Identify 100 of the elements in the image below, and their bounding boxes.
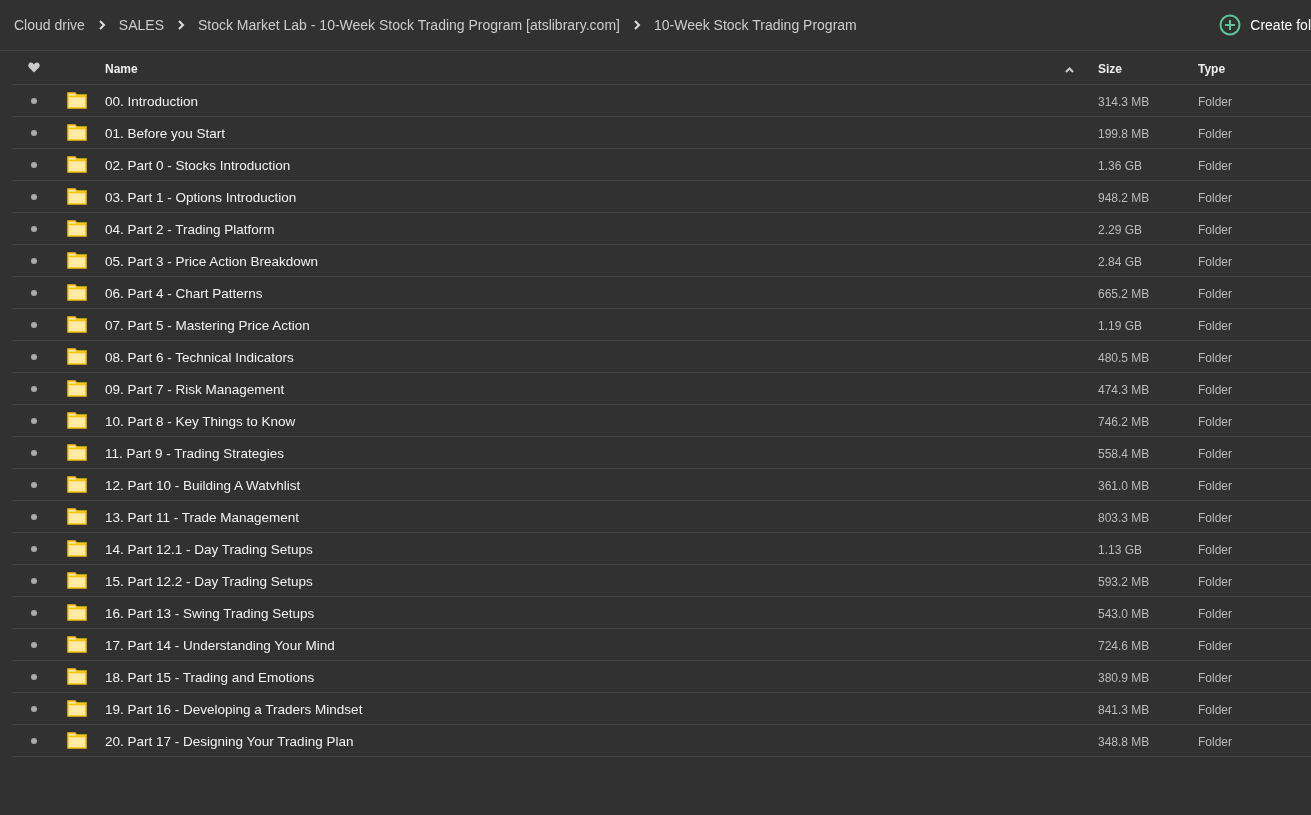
size-cell: 543.0 MB <box>1098 606 1150 621</box>
folder-icon <box>67 476 87 493</box>
folder-name[interactable]: 10. Part 8 - Key Things to Know <box>105 413 296 429</box>
folder-name[interactable]: 17. Part 14 - Understanding Your Mind <box>105 637 335 653</box>
dot-icon <box>30 705 37 712</box>
folder-icon <box>67 668 87 685</box>
breadcrumb-link[interactable]: Stock Market Lab - 10-Week Stock Trading Program [atslibrary.com] <box>197 17 620 33</box>
size-cell: 2.84 GB <box>1098 254 1143 269</box>
type-cell: Folder <box>1198 254 1232 269</box>
size-cell: 1.36 GB <box>1098 158 1143 173</box>
type-cell: Folder <box>1198 574 1232 589</box>
chevron-icon <box>632 20 641 30</box>
folder-icon <box>67 412 87 429</box>
type-cell: Folder <box>1198 286 1232 301</box>
folder-name[interactable]: 08. Part 6 - Technical Indicators <box>105 349 294 365</box>
folder-name[interactable]: 00. Introduction <box>105 93 199 109</box>
type-column-header[interactable]: Type <box>1198 61 1226 76</box>
breadcrumb-link[interactable]: Cloud drive <box>14 17 85 33</box>
folder-name[interactable]: 12. Part 10 - Building A Watvhlist <box>105 477 301 493</box>
type-cell: Folder <box>1198 478 1232 493</box>
size-cell: 2.29 GB <box>1098 222 1143 237</box>
name-column-header[interactable]: Name <box>105 61 138 76</box>
dot-icon <box>30 481 37 488</box>
type-cell: Folder <box>1198 158 1232 173</box>
size-cell: 558.4 MB <box>1098 446 1150 461</box>
dot-icon <box>30 225 37 232</box>
folder-icon <box>67 124 87 141</box>
folder-icon <box>67 92 87 109</box>
folder-name[interactable]: 03. Part 1 - Options Introduction <box>105 189 297 205</box>
folder-name[interactable]: 16. Part 13 - Swing Trading Setups <box>105 605 315 621</box>
folder-icon <box>67 572 87 589</box>
folder-name[interactable]: 20. Part 17 - Designing Your Trading Plan <box>105 733 354 749</box>
type-cell: Folder <box>1198 670 1232 685</box>
dot-icon <box>30 673 37 680</box>
dot-icon <box>30 417 37 424</box>
size-column-header[interactable]: Size <box>1098 61 1122 76</box>
folder-name[interactable]: 09. Part 7 - Risk Management <box>105 381 285 397</box>
type-cell: Folder <box>1198 126 1232 141</box>
type-cell: Folder <box>1198 222 1232 237</box>
size-cell: 746.2 MB <box>1098 414 1150 429</box>
folder-name[interactable]: 07. Part 5 - Mastering Price Action <box>105 317 310 333</box>
size-cell: 948.2 MB <box>1098 190 1150 205</box>
folder-icon <box>67 220 87 237</box>
folder-icon <box>67 188 87 205</box>
breadcrumb-link[interactable]: SALES <box>118 17 164 33</box>
type-cell: Folder <box>1198 350 1232 365</box>
folder-icon <box>67 348 87 365</box>
type-cell: Folder <box>1198 510 1232 525</box>
folder-name[interactable]: 02. Part 0 - Stocks Introduction <box>105 157 291 173</box>
folder-name[interactable]: 04. Part 2 - Trading Platform <box>105 221 275 237</box>
folder-icon <box>67 380 87 397</box>
type-cell: Folder <box>1198 382 1232 397</box>
heart-icon[interactable] <box>27 62 40 73</box>
size-cell: 474.3 MB <box>1098 382 1150 397</box>
size-cell: 724.6 MB <box>1098 638 1150 653</box>
folder-name[interactable]: 15. Part 12.2 - Day Trading Setups <box>105 573 313 589</box>
size-cell: 1.13 GB <box>1098 542 1143 557</box>
type-cell: Folder <box>1198 318 1232 333</box>
type-cell: Folder <box>1198 638 1232 653</box>
create-folder-button[interactable]: Create fol <box>1219 14 1311 36</box>
folder-icon <box>67 604 87 621</box>
dot-icon <box>30 449 37 456</box>
dot-icon <box>30 161 37 168</box>
folder-name[interactable]: 06. Part 4 - Chart Patterns <box>105 285 263 301</box>
folder-name[interactable]: 18. Part 15 - Trading and Emotions <box>105 669 315 685</box>
folder-name[interactable]: 05. Part 3 - Price Action Breakdown <box>105 253 319 269</box>
folder-icon <box>67 700 87 717</box>
folder-icon <box>67 540 87 557</box>
folder-name[interactable]: 19. Part 16 - Developing a Traders Mindset <box>105 701 363 717</box>
chevron-icon <box>97 20 106 30</box>
type-cell: Folder <box>1198 446 1232 461</box>
folder-icon <box>67 284 87 301</box>
dot-icon <box>30 385 37 392</box>
dot-icon <box>30 513 37 520</box>
dot-icon <box>30 129 37 136</box>
size-cell: 348.8 MB <box>1098 734 1150 749</box>
dot-icon <box>30 257 37 264</box>
folder-name[interactable]: 01. Before you Start <box>105 125 226 141</box>
size-cell: 593.2 MB <box>1098 574 1150 589</box>
folder-icon <box>67 156 87 173</box>
size-cell: 199.8 MB <box>1098 126 1150 141</box>
dot-icon <box>30 641 37 648</box>
folder-icon <box>67 732 87 749</box>
folder-icon <box>67 252 87 269</box>
dot-icon <box>30 353 37 360</box>
dot-icon <box>30 609 37 616</box>
type-cell: Folder <box>1198 190 1232 205</box>
folder-icon <box>67 508 87 525</box>
breadcrumb-link[interactable]: 10-Week Stock Trading Program <box>653 17 857 33</box>
folder-name[interactable]: 13. Part 11 - Trade Management <box>105 509 300 525</box>
type-cell: Folder <box>1198 702 1232 717</box>
folder-icon <box>67 636 87 653</box>
size-cell: 480.5 MB <box>1098 350 1150 365</box>
size-cell: 380.9 MB <box>1098 670 1150 685</box>
size-cell: 665.2 MB <box>1098 286 1150 301</box>
dot-icon <box>30 193 37 200</box>
folder-name[interactable]: 11. Part 9 - Trading Strategies <box>105 445 285 461</box>
dot-icon <box>30 321 37 328</box>
size-cell: 361.0 MB <box>1098 478 1150 493</box>
folder-name[interactable]: 14. Part 12.1 - Day Trading Setups <box>105 541 313 557</box>
